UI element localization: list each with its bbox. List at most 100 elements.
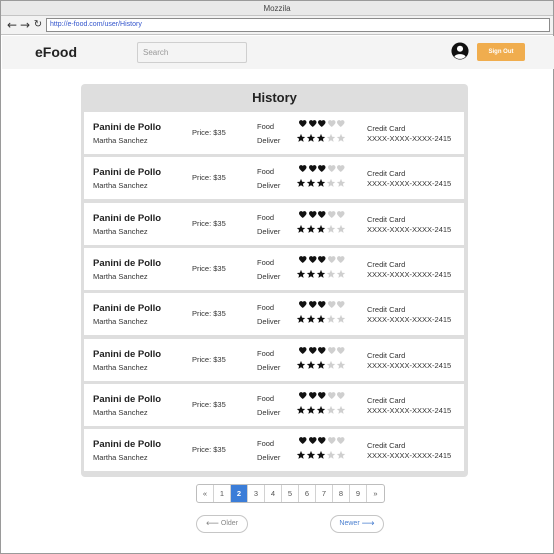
star-icon xyxy=(326,224,336,233)
app-header: eFood Sign Out xyxy=(2,36,554,69)
brand-logo[interactable]: eFood xyxy=(35,44,77,60)
payment-method: Credit Card xyxy=(367,214,406,224)
star-icon xyxy=(326,360,336,369)
page-3[interactable]: 3 xyxy=(248,485,265,502)
history-row[interactable]: Panini de Pollo Martha Sanchez Price: $35 F… xyxy=(84,157,464,200)
star-icon xyxy=(336,179,346,188)
star-icon xyxy=(326,315,336,324)
history-row[interactable]: Panini de Pollo Martha Sanchez Price: $35 F… xyxy=(84,429,464,472)
card-number: XXXX-XXXX-XXXX-2415 xyxy=(367,360,452,370)
star-icon xyxy=(296,269,306,278)
star-icon xyxy=(316,133,326,142)
star-icon xyxy=(336,405,346,414)
heart-icon xyxy=(308,391,316,399)
page-9[interactable]: 9 xyxy=(350,485,367,502)
heart-icon xyxy=(299,391,307,399)
delivery-rating-label: Deliver xyxy=(257,136,281,145)
page-6[interactable]: 6 xyxy=(299,485,316,502)
page-next-button[interactable]: » xyxy=(367,485,384,502)
food-rating xyxy=(298,436,346,446)
food-rating-label: Food xyxy=(257,122,275,131)
history-row[interactable]: Panini de Pollo Martha Sanchez Price: $35 F… xyxy=(84,247,464,290)
history-row[interactable]: Panini de Pollo Martha Sanchez Price: $35 F… xyxy=(84,383,464,426)
browser-window: Mozzila ← → ↻ http://e-food.com/user/His… xyxy=(0,0,554,554)
star-icon xyxy=(306,269,316,278)
dish-name: Panini de Pollo xyxy=(93,393,162,405)
customer-name: Martha Sanchez xyxy=(93,317,148,327)
customer-name: Martha Sanchez xyxy=(93,226,148,236)
page-1[interactable]: 1 xyxy=(214,485,231,502)
card-number: XXXX-XXXX-XXXX-2415 xyxy=(367,405,452,415)
star-icon xyxy=(296,224,306,233)
order-price: Price: $35 xyxy=(192,263,226,273)
order-price: Price: $35 xyxy=(192,399,226,409)
heart-icon xyxy=(327,165,335,173)
heart-icon xyxy=(318,437,326,445)
star-icon xyxy=(326,133,336,142)
delivery-rating-label: Deliver xyxy=(257,317,281,327)
history-row[interactable]: Panini de Pollo Martha Sanchez Price: $35 F… xyxy=(84,338,464,381)
history-row[interactable]: Panini de Pollo Martha Sanchez Price: $35 F… xyxy=(84,293,464,336)
heart-icon xyxy=(327,391,335,399)
payment-method: Credit Card xyxy=(367,124,406,133)
heart-icon xyxy=(327,437,335,445)
sign-out-button[interactable]: Sign Out xyxy=(477,43,525,61)
page-4[interactable]: 4 xyxy=(265,485,282,502)
delivery-rating-label: Deliver xyxy=(257,181,281,191)
search-input[interactable] xyxy=(137,42,247,63)
pagination: «1 2 3 4 5 6 7 8 9» xyxy=(196,484,385,503)
heart-icon xyxy=(327,256,335,263)
older-button[interactable]: ⟵ Older xyxy=(196,515,248,533)
heart-icon xyxy=(318,346,326,354)
customer-name: Martha Sanchez xyxy=(93,136,148,145)
star-icon xyxy=(306,450,316,459)
heart-icon xyxy=(308,437,316,445)
payment-method: Credit Card xyxy=(367,305,406,315)
star-icon xyxy=(336,315,346,324)
star-icon xyxy=(306,224,316,233)
heart-icon xyxy=(337,165,345,173)
food-rating xyxy=(298,391,346,401)
payment-method: Credit Card xyxy=(367,395,406,405)
delivery-rating-label: Deliver xyxy=(257,362,281,372)
card-number: XXXX-XXXX-XXXX-2415 xyxy=(367,134,452,143)
dish-name: Panini de Pollo xyxy=(93,439,162,451)
star-icon xyxy=(296,405,306,414)
page-2[interactable]: 2 xyxy=(231,485,248,502)
star-icon xyxy=(316,179,326,188)
window-title: Mozzila xyxy=(1,1,553,16)
star-icon xyxy=(326,179,336,188)
page-8[interactable]: 8 xyxy=(333,485,350,502)
delivery-rating xyxy=(296,178,346,190)
back-arrow-icon[interactable]: ← xyxy=(6,18,18,32)
browser-toolbar: ← → ↻ http://e-food.com/user/History xyxy=(1,16,553,35)
delivery-rating xyxy=(296,450,346,462)
food-rating xyxy=(298,255,346,265)
star-icon xyxy=(336,224,346,233)
page-7[interactable]: 7 xyxy=(316,485,333,502)
heart-icon xyxy=(318,256,326,263)
heart-icon xyxy=(299,437,307,445)
food-rating-label: Food xyxy=(257,348,275,358)
star-icon xyxy=(296,315,306,324)
page-5[interactable]: 5 xyxy=(282,485,299,502)
heart-icon xyxy=(337,210,345,218)
star-icon xyxy=(316,360,326,369)
star-icon xyxy=(316,450,326,459)
history-row[interactable]: Panini de Pollo Martha Sanchez Price: $35 F… xyxy=(84,202,464,245)
page-prev-button[interactable]: « xyxy=(197,485,214,502)
forward-arrow-icon[interactable]: → xyxy=(19,18,31,32)
reload-icon[interactable]: ↻ xyxy=(32,18,44,32)
newer-button[interactable]: Newer ⟶ xyxy=(330,515,384,533)
heart-icon xyxy=(318,210,326,218)
heart-icon xyxy=(299,165,307,173)
user-avatar-icon[interactable] xyxy=(451,42,469,60)
heart-icon xyxy=(318,391,326,399)
address-bar[interactable]: http://e-food.com/user/History xyxy=(46,18,550,32)
heart-icon xyxy=(337,120,345,128)
dish-name: Panini de Pollo xyxy=(93,303,162,315)
star-icon xyxy=(326,450,336,459)
history-row[interactable]: Panini de Pollo Martha Sanchez Price: $35 F… xyxy=(84,112,464,154)
star-icon xyxy=(326,405,336,414)
order-price: Price: $35 xyxy=(192,173,226,183)
